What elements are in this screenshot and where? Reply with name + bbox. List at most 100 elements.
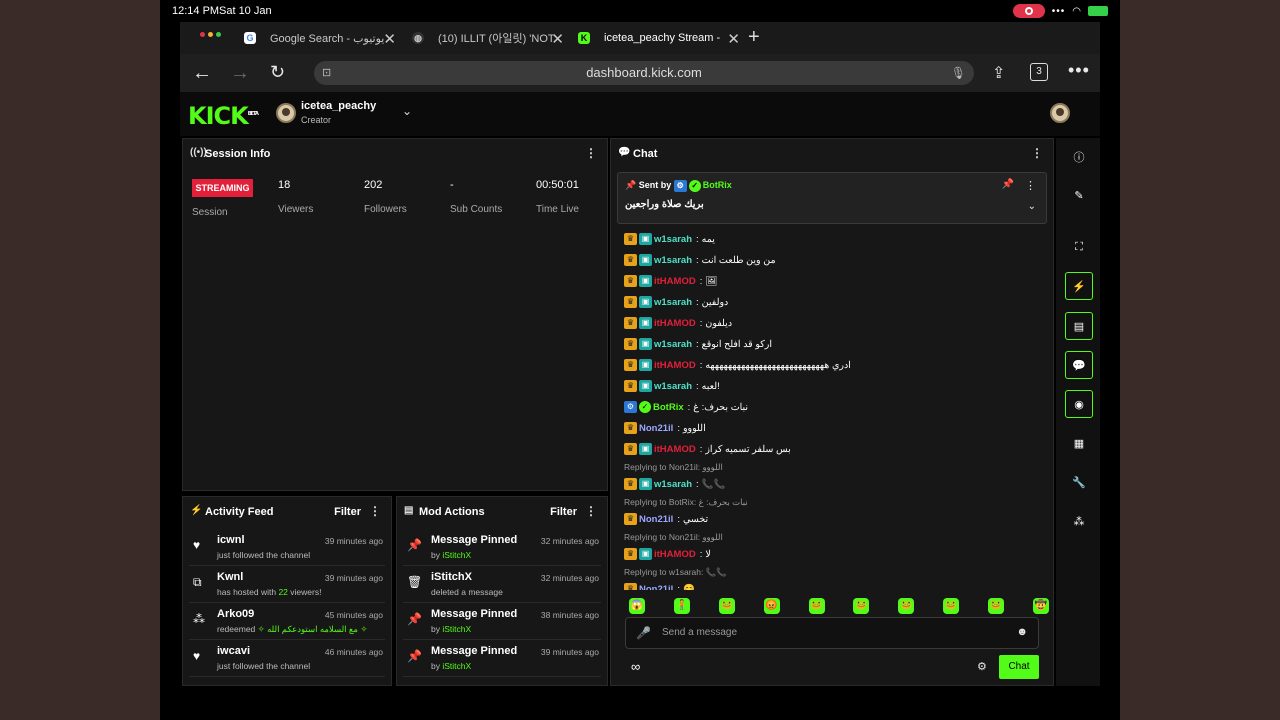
emote-button[interactable]: 😡	[763, 598, 780, 614]
chat-message[interactable]: ♛ ▣ w1sarah: 📞📞	[624, 476, 725, 492]
emote-button[interactable]: 😱	[629, 598, 645, 614]
separator: :	[699, 317, 703, 329]
fullscreen-icon[interactable]: ⛶	[1065, 233, 1093, 261]
bolt-icon[interactable]: ⚡	[1065, 272, 1093, 300]
send-chat-button[interactable]: Chat	[999, 655, 1039, 679]
chat-username[interactable]: itHAMOD	[654, 360, 696, 371]
chat-message[interactable]: ♛ Non21il: 😊	[624, 581, 695, 590]
chat-icon[interactable]: 💬	[1065, 351, 1093, 379]
emote-button[interactable]: 🤠	[1032, 598, 1049, 614]
apps-icon[interactable]: ⁂	[1065, 508, 1093, 536]
chat-username[interactable]: w1sarah	[654, 255, 692, 266]
site-settings-icon[interactable]: ⊡	[322, 61, 331, 85]
chat-message[interactable]: ♛ ▣ w1sarah: من وين طلعت انت	[624, 252, 776, 268]
chat-username[interactable]: w1sarah	[654, 234, 692, 245]
window-controls-icon[interactable]	[200, 32, 221, 37]
chevron-down-icon[interactable]: ⌄	[402, 104, 412, 118]
emote-button[interactable]: 🐸	[853, 598, 870, 614]
share-icon[interactable]: ⇪	[992, 63, 1005, 83]
layout-icon[interactable]: ▦	[1065, 430, 1093, 458]
chat-message[interactable]: ♛ ▣ w1sarah: اركو قد افلح انوقع	[624, 336, 772, 352]
list-item[interactable]: ♥ iwcavi just followed the channel 46 mi…	[189, 640, 385, 677]
channel-name: icetea_peachy	[301, 100, 377, 112]
chat-message[interactable]: ♛ ▣ itHAMOD: 🖼	[624, 273, 717, 289]
notes-icon[interactable]: ▤	[1065, 312, 1093, 340]
emote-button[interactable]: 🐸	[988, 598, 1004, 614]
chat-message[interactable]: ♛ ▣ itHAMOD: ديلفون	[624, 315, 732, 331]
list-item[interactable]: 🗑 iStitchX deleted a message 32 minutes …	[403, 566, 601, 603]
chat-message[interactable]: ♛ Non21il: تخسي	[624, 511, 708, 527]
info-icon[interactable]: ⓘ	[1065, 144, 1093, 172]
kebab-menu-icon[interactable]: ⋮	[1025, 179, 1036, 192]
kebab-menu-icon[interactable]: ⋮	[585, 504, 597, 518]
emote-button[interactable]: 🐸	[943, 598, 960, 614]
broadcast-icon[interactable]: ◉	[1065, 390, 1093, 418]
chat-message[interactable]: ⚙ ✓ BotRix: نبات بحرف: غ	[624, 399, 748, 415]
mic-icon[interactable]: 🎤	[636, 626, 651, 640]
emote-button[interactable]: 🐸	[808, 598, 825, 614]
tab-kick-stream[interactable]: K icetea_peachy Stream - ✕	[578, 22, 740, 54]
back-icon[interactable]: ←	[192, 62, 212, 85]
channel-avatar[interactable]	[276, 103, 296, 123]
list-item[interactable]: ⁂ Arko09 redeemed ✧ مع السلامه استودعكم …	[189, 603, 385, 640]
filter-button[interactable]: Filter	[334, 506, 361, 518]
list-item[interactable]: 📌 Message Pinned by iStitchX 38 minutes …	[403, 603, 601, 640]
chat-username[interactable]: w1sarah	[654, 479, 692, 490]
user-avatar[interactable]	[1050, 103, 1070, 123]
chevron-down-icon[interactable]: ⌄	[1028, 201, 1036, 212]
close-tab-icon[interactable]: ✕	[727, 30, 740, 48]
tab-google-search[interactable]: G Google Search - يوتيوب ✕	[244, 22, 396, 54]
kebab-menu-icon[interactable]: ⋮	[369, 504, 381, 518]
list-item[interactable]: ⧉ Kwnl has hosted with 22 viewers! 39 mi…	[189, 566, 385, 603]
list-item[interactable]: 📌 Message Pinned by iStitchX 39 minutes …	[403, 640, 601, 677]
kebab-menu-icon[interactable]: ⋮	[1031, 146, 1043, 160]
chat-message[interactable]: ♛ ▣ itHAMOD: لا	[624, 546, 711, 562]
list-item[interactable]: ♥ icwnl just followed the channel 39 min…	[189, 529, 385, 566]
sub-badge-icon: ▣	[639, 548, 652, 560]
edit-icon[interactable]: ✎	[1065, 182, 1093, 210]
reload-icon[interactable]: ↻	[270, 62, 285, 83]
list-item[interactable]: 📌 Message Pinned by iStitchX 32 minutes …	[403, 529, 601, 566]
chat-username[interactable]: Non21il	[639, 514, 673, 525]
chat-message[interactable]: ♛ Non21il: اللووو	[624, 420, 706, 436]
close-tab-icon[interactable]: ✕	[551, 30, 564, 48]
kick-logo[interactable]: KICKBETA	[188, 102, 259, 130]
url-field[interactable]: ⊡ dashboard.kick.com 🎙	[314, 61, 974, 85]
chat-username[interactable]: Non21il	[639, 423, 673, 434]
close-tab-icon[interactable]: ✕	[383, 30, 396, 48]
tab-overview-button[interactable]: 3	[1030, 63, 1048, 81]
pinned-message[interactable]: 📌 Sent by ⚙ ✓ BotRix بريك صلاة وراجعين 📌 ⋮…	[617, 172, 1047, 224]
chat-username[interactable]: w1sarah	[654, 381, 692, 392]
chat-username[interactable]: itHAMOD	[654, 549, 696, 560]
more-icon[interactable]: •••	[1068, 60, 1090, 81]
chat-message[interactable]: ♛ ▣ itHAMOD: بس سلفر تسميه كراز	[624, 441, 791, 457]
chat-username[interactable]: w1sarah	[654, 339, 692, 350]
emote-button[interactable]: 🐸	[898, 598, 915, 614]
action-time: 39 minutes ago	[540, 647, 599, 657]
kick-points-icon[interactable]: ∞	[631, 659, 640, 674]
mic-icon[interactable]: 🎙	[951, 61, 966, 85]
emote-button[interactable]: 🐸	[718, 598, 735, 614]
chat-message[interactable]: ♛ ▣ itHAMOD: ادري ههههههههههههههههههههههههه…	[624, 357, 851, 373]
emoji-icon[interactable]: ☻	[1016, 626, 1028, 638]
emote-button[interactable]: 🧍	[673, 598, 690, 614]
wrench-icon[interactable]: 🔧	[1065, 469, 1093, 497]
tab-youtube[interactable]: ◍ (10) ILLIT (아일릿) 'NOT ✕	[412, 22, 564, 54]
filter-button[interactable]: Filter	[550, 506, 577, 518]
chat-message[interactable]: ♛ ▣ w1sarah: دولفين	[624, 294, 728, 310]
chat-message[interactable]: ♛ ▣ w1sarah: يمه	[624, 231, 715, 247]
chat-input[interactable]: 🎤 Send a message ☻	[625, 617, 1039, 649]
chat-username[interactable]: itHAMOD	[654, 444, 696, 455]
chat-username[interactable]: BotRix	[653, 402, 684, 413]
chat-username[interactable]: itHAMOD	[654, 276, 696, 287]
gear-icon[interactable]: ⚙	[977, 660, 987, 673]
chat-username[interactable]: itHAMOD	[654, 318, 696, 329]
unpin-icon[interactable]: 📌	[1002, 179, 1014, 190]
kebab-menu-icon[interactable]: ⋮	[585, 146, 597, 160]
chat-username[interactable]: w1sarah	[654, 297, 692, 308]
new-tab-icon[interactable]: +	[748, 26, 760, 49]
forward-icon[interactable]: →	[230, 62, 250, 85]
chat-message[interactable]: ♛ ▣ w1sarah: لعبه!	[624, 378, 720, 394]
chat-username[interactable]: Non21il	[639, 584, 673, 591]
separator: :	[687, 401, 691, 413]
